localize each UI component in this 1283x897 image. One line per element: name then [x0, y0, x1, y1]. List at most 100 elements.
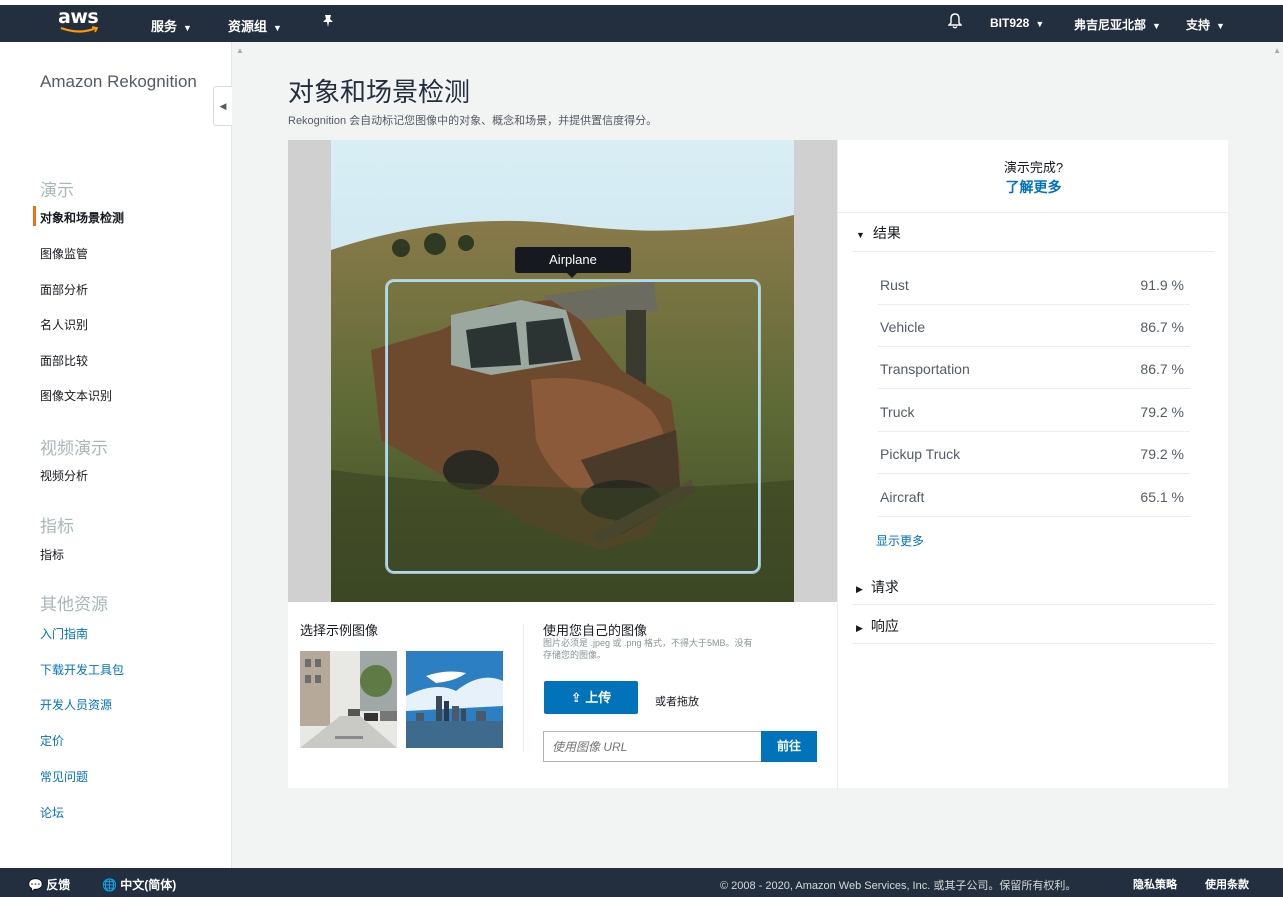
results-panel: 演示完成? 了解更多 ▼ 结果 Rust 91.9 % Vehicle 86.7 … — [837, 140, 1229, 788]
sidebar-link-faqs[interactable]: 常见问题 — [40, 768, 88, 785]
chevron-down-icon: ▼ — [1216, 21, 1225, 31]
result-confidence: 79.2 % — [1140, 404, 1184, 420]
results-section-label: 结果 — [872, 225, 901, 241]
caret-down-icon: ▼ — [856, 230, 865, 240]
scroll-up-arrow-icon[interactable]: ▲ — [1273, 46, 1281, 55]
response-section-toggle[interactable]: ▶ 响应 — [856, 616, 899, 636]
copyright-text: © 2008 - 2020, Amazon Web Services, Inc.… — [720, 880, 1077, 892]
sidebar-section-resources: 其他资源 — [40, 595, 108, 614]
nav-account-menu[interactable]: BIT928 ▼ — [990, 16, 1044, 30]
sidebar-link-pricing[interactable]: 定价 — [40, 732, 64, 749]
sidebar-item-facial-analysis[interactable]: 面部分析 — [40, 281, 88, 298]
result-confidence: 91.9 % — [1140, 277, 1184, 293]
request-section-toggle[interactable]: ▶ 请求 — [856, 577, 899, 597]
go-button[interactable]: 前往 — [761, 731, 817, 762]
scroll-up-arrow-icon[interactable]: ▲ — [236, 46, 244, 55]
result-label: Aircraft — [880, 489, 925, 505]
sidebar-link-forum[interactable]: 论坛 — [40, 804, 64, 821]
result-row: Vehicle 86.7 % — [878, 305, 1190, 347]
result-row: Aircraft 65.1 % — [878, 475, 1190, 517]
sidebar-link-download-sdks[interactable]: 下载开发工具包 — [40, 661, 124, 678]
sidebar-item-object-scene-detection[interactable]: 对象和场景检测 — [40, 209, 124, 226]
sidebar-link-getting-started[interactable]: 入门指南 — [40, 625, 88, 642]
sidebar-service-title: Amazon Rekognition — [40, 72, 197, 91]
nav-region-menu[interactable]: 弗吉尼亚北部 ▼ — [1074, 16, 1161, 33]
result-label: Pickup Truck — [880, 446, 961, 462]
top-nav: aws 服务 ▼ 资源组 ▼ BIT928 ▼ 弗吉尼亚北部 ▼ 支持 ▼ — [0, 0, 1283, 42]
detection-bounding-box[interactable] — [386, 280, 760, 573]
result-confidence: 79.2 % — [1140, 446, 1184, 462]
pin-icon[interactable] — [322, 14, 334, 31]
result-label: Vehicle — [880, 319, 926, 335]
chevron-down-icon: ▼ — [1152, 21, 1161, 31]
results-panel-header: 演示完成? 了解更多 — [838, 140, 1229, 213]
result-confidence: 86.7 % — [1140, 361, 1184, 377]
chevron-left-icon: ◀ — [219, 101, 227, 111]
sidebar-item-celebrity-recognition[interactable]: 名人识别 — [40, 316, 88, 333]
active-item-indicator — [33, 206, 36, 226]
chevron-down-icon: ▼ — [1035, 19, 1045, 29]
result-confidence: 65.1 % — [1140, 489, 1184, 505]
sidebar-link-developer-resources[interactable]: 开发人员资源 — [40, 696, 112, 713]
detection-label-tooltip: Airplane — [515, 247, 631, 278]
speech-bubble-icon: 💬 — [28, 878, 43, 892]
aws-logo-text: aws — [58, 6, 99, 28]
learn-more-link[interactable]: 了解更多 — [838, 177, 1229, 197]
aws-logo[interactable]: aws — [58, 8, 102, 38]
rusty-truck-photo: Airplane — [331, 140, 794, 602]
language-selector[interactable]: 🌐 中文(简体) — [102, 876, 176, 893]
feedback-label: 反馈 — [46, 878, 71, 892]
section-divider — [523, 624, 524, 752]
chevron-down-icon: ▼ — [273, 23, 282, 33]
language-label: 中文(简体) — [120, 878, 177, 892]
caret-right-icon: ▶ — [856, 623, 863, 633]
nav-resource-groups-menu[interactable]: 资源组 ▼ — [228, 16, 282, 35]
bell-icon[interactable] — [947, 13, 963, 32]
section-divider — [852, 251, 1214, 252]
result-confidence: 86.7 % — [1140, 319, 1184, 335]
nav-region-label: 弗吉尼亚北部 — [1074, 18, 1147, 32]
results-section-toggle[interactable]: ▼ 结果 — [856, 223, 901, 243]
sidebar-item-text-in-image[interactable]: 图像文本识别 — [40, 387, 112, 404]
image-url-input[interactable] — [543, 731, 761, 762]
sidebar-section-metrics: 指标 — [40, 517, 74, 536]
upload-icon: ⇪ — [570, 690, 582, 705]
globe-icon: 🌐 — [102, 878, 117, 892]
demo-complete-text: 演示完成? — [1003, 160, 1064, 175]
page-scrollbar[interactable] — [1273, 42, 1283, 868]
sidebar-item-image-moderation[interactable]: 图像监管 — [40, 245, 88, 262]
nav-services-menu[interactable]: 服务 ▼ — [151, 16, 192, 35]
sidebar-section-demos: 演示 — [40, 181, 74, 200]
nav-account-label: BIT928 — [990, 16, 1030, 30]
demo-panel: Airplane 选择示例图像 使用您自己的图像 图片必须是 .jpeg 或 .… — [288, 140, 837, 788]
upload-button[interactable]: ⇪ 上传 — [544, 681, 638, 714]
privacy-policy-link[interactable]: 隐私策略 — [1133, 876, 1177, 892]
section-divider — [852, 643, 1214, 644]
nav-support-menu[interactable]: 支持 ▼ — [1186, 16, 1225, 33]
sample-image-city-skyline[interactable] — [406, 651, 503, 748]
sidebar-scrollbar[interactable] — [233, 42, 249, 868]
chevron-down-icon: ▼ — [183, 23, 192, 33]
show-more-link[interactable]: 显示更多 — [876, 532, 924, 549]
sidebar-item-face-comparison[interactable]: 面部比较 — [40, 352, 88, 369]
result-label: Transportation — [880, 361, 970, 377]
sample-image-street[interactable] — [300, 651, 397, 748]
page-description: Rekognition 会自动标记您图像中的对象、概念和场景，并提供置信度得分。 — [288, 115, 658, 127]
terms-of-use-link[interactable]: 使用条款 — [1205, 876, 1249, 892]
sidebar-item-metrics[interactable]: 指标 — [40, 546, 64, 563]
result-row: Pickup Truck 79.2 % — [878, 432, 1190, 474]
sidebar-item-video-analysis[interactable]: 视频分析 — [40, 467, 88, 484]
result-label: Truck — [880, 404, 915, 420]
image-preview-area: Airplane — [288, 140, 837, 602]
caret-right-icon: ▶ — [856, 584, 863, 594]
sample-images-title: 选择示例图像 — [300, 623, 379, 638]
result-label: Rust — [880, 277, 909, 293]
nav-resource-groups-label: 资源组 — [228, 19, 268, 34]
sidebar-section-video-demos: 视频演示 — [40, 439, 108, 458]
feedback-button[interactable]: 💬 反馈 — [28, 876, 70, 893]
result-row: Transportation 86.7 % — [878, 347, 1190, 389]
own-image-note: 图片必须是 .jpeg 或 .png 格式，不得大于5MB。没有存储您的图像。 — [543, 638, 753, 660]
sidebar-collapse-button[interactable]: ◀ — [213, 86, 232, 126]
result-row: Truck 79.2 % — [878, 390, 1190, 432]
or-drag-text: 或者拖放 — [655, 696, 699, 708]
